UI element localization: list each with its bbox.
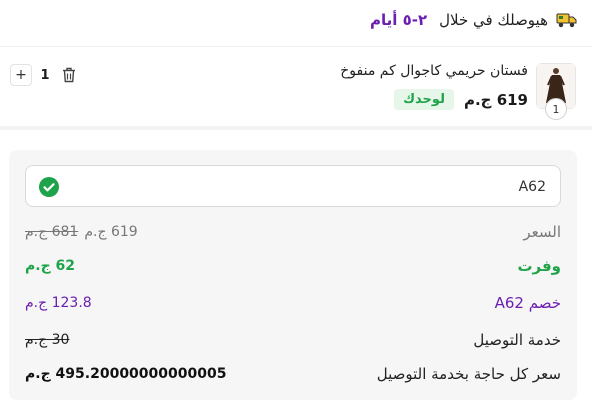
product-price: 619 ج.م: [463, 90, 528, 109]
thumbnail-qty-badge: 1: [545, 98, 567, 120]
trash-icon: [63, 67, 75, 83]
price-line: 619 ج.م لوحدك: [394, 89, 528, 110]
plus-icon: +: [15, 67, 27, 83]
only-you-badge: لوحدك: [394, 89, 454, 110]
price-label: السعر: [523, 223, 561, 241]
price-old: 681 ج.م: [25, 224, 79, 240]
shipping-value: 30 ج.م: [25, 332, 70, 348]
discount-row: 123.8 ج.م خصم A62: [25, 291, 561, 315]
coupon-input[interactable]: [104, 166, 548, 208]
total-row: 495.20000000000005 ج.م سعر كل حاجة بخدمة…: [25, 362, 561, 386]
remove-item-button[interactable]: [58, 64, 80, 86]
coupon-box: [25, 165, 561, 208]
discount-value: 123.8 ج.م: [25, 295, 92, 311]
price-new: 619 ج.م: [84, 224, 138, 240]
product-thumbnail[interactable]: 1: [536, 63, 576, 120]
shipping-row: 30 ج.م خدمة التوصيل: [25, 328, 561, 352]
cart-item: 1 فستان حريمي كاجوال كم منفوخ 619 ج.م لو…: [0, 46, 592, 130]
price-row: 619 ج.م 681 ج.م السعر: [25, 220, 561, 244]
saved-value: 62 ج.م: [25, 258, 76, 274]
total-value: 495.20000000000005 ج.م: [25, 366, 227, 382]
quantity-stepper: + 1: [10, 64, 80, 86]
shipping-label: خدمة التوصيل: [473, 331, 561, 349]
price-values: 619 ج.م 681 ج.م: [25, 224, 138, 240]
quantity-value: 1: [40, 67, 50, 83]
total-label: سعر كل حاجة بخدمة التوصيل: [376, 365, 561, 383]
order-summary: 619 ج.م 681 ج.م السعر 62 ج.م وفرت 123.8 …: [9, 150, 577, 400]
delivery-text: هيوصلك في خلال: [439, 11, 548, 29]
truck-icon: [556, 11, 578, 29]
delivery-days: ٢-٥ أيام: [369, 11, 428, 29]
discount-label: خصم A62: [494, 294, 561, 312]
check-circle-icon: [39, 177, 59, 197]
delivery-estimate: هيوصلك في خلال ٢-٥ أيام: [0, 0, 592, 40]
saved-row: 62 ج.م وفرت: [25, 254, 561, 278]
product-name[interactable]: فستان حريمي كاجوال كم منفوخ: [340, 63, 528, 79]
increase-button[interactable]: +: [10, 64, 32, 86]
saved-label: وفرت: [517, 257, 561, 275]
